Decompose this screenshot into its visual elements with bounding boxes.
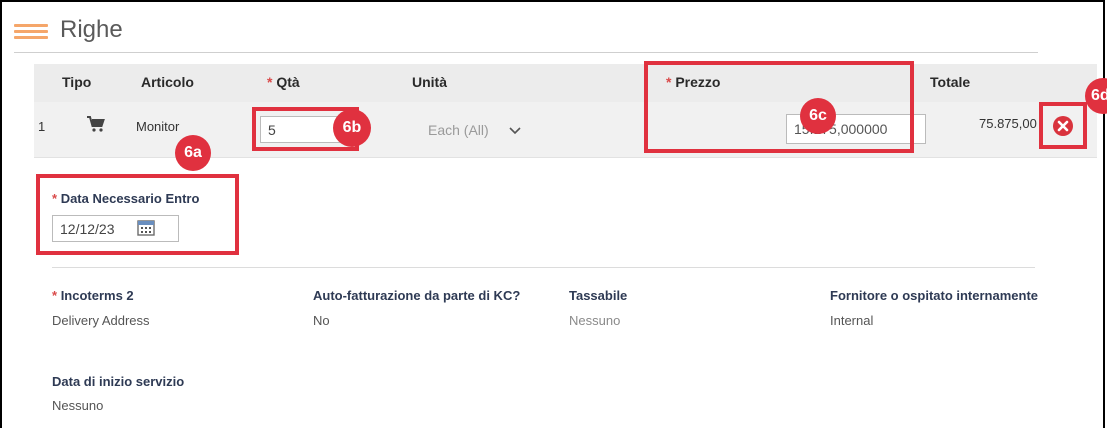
label-data-inizio: Data di inizio servizio bbox=[52, 374, 185, 389]
header-articolo: Articolo bbox=[141, 74, 194, 90]
label-fornitore: Fornitore o ospitato internamente bbox=[830, 288, 1039, 303]
details-divider bbox=[52, 267, 1035, 268]
label-tassabile: Tassabile bbox=[569, 288, 628, 303]
cart-icon bbox=[86, 114, 106, 134]
data-necessario-value: 12/12/23 bbox=[60, 220, 115, 237]
value-fornitore: Internal bbox=[830, 313, 874, 328]
label-data-necessario: * Data Necessario Entro bbox=[52, 191, 200, 206]
row-totale: 75.875,00 bbox=[979, 116, 1037, 131]
callout-badge-6b: 6b bbox=[333, 109, 371, 147]
row-index: 1 bbox=[38, 119, 46, 134]
value-data-inizio: Nessuno bbox=[52, 398, 104, 413]
calendar-icon[interactable] bbox=[136, 218, 155, 239]
callout-box-6d bbox=[1039, 102, 1087, 149]
unita-select[interactable]: Each (All) bbox=[428, 118, 548, 142]
callout-badge-6a: 6a bbox=[175, 135, 211, 171]
callout-badge-6d: 6d bbox=[1085, 78, 1107, 114]
header-unita: Unità bbox=[412, 74, 447, 90]
header-totale: Totale bbox=[930, 74, 971, 90]
row-articolo: Monitor bbox=[136, 119, 180, 134]
title-divider bbox=[14, 52, 1038, 53]
label-incoterms: * Incoterms 2 bbox=[52, 288, 134, 303]
callout-badge-6d-clip: 6d bbox=[1085, 78, 1107, 114]
callout-badge-6c: 6c bbox=[800, 98, 836, 134]
value-tassabile: Nessuno bbox=[569, 313, 621, 328]
value-incoterms: Delivery Address bbox=[52, 313, 150, 328]
callout-box-6c bbox=[644, 61, 914, 153]
header-qta: * Qtà bbox=[267, 74, 300, 90]
unita-select-value: Each (All) bbox=[428, 122, 489, 138]
chevron-down-icon bbox=[509, 122, 521, 138]
section-title: Righe bbox=[60, 16, 123, 43]
data-necessario-input[interactable]: 12/12/23 bbox=[52, 215, 179, 242]
header-tipo: Tipo bbox=[62, 74, 92, 90]
value-autofatturazione: No bbox=[313, 313, 330, 328]
label-autofatturazione: Auto-fatturazione da parte di KC? bbox=[313, 288, 521, 303]
lines-icon bbox=[14, 24, 48, 39]
